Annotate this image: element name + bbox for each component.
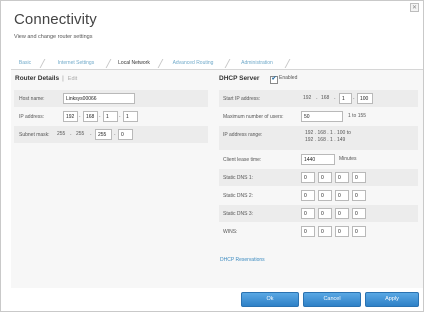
tab-divider <box>39 59 46 68</box>
tab-advanced-routing[interactable]: Advanced Routing <box>165 58 221 69</box>
tab-administration[interactable]: Administration <box>233 58 281 69</box>
subnet-fixed-octet-2: 255 <box>76 131 85 137</box>
start-ip-label: Start IP address: <box>223 96 261 102</box>
tab-bar: Basic Internet Settings Local Network Ad… <box>11 58 423 69</box>
static-dns-2-row: Static DNS 2: 0 0 0 0 <box>219 187 418 204</box>
page-title: Connectivity <box>14 11 97 28</box>
ip-octet-2-input[interactable]: 168 <box>83 111 98 122</box>
ip-address-label: IP address: <box>19 114 45 120</box>
host-name-row: Host name: Linksys00066 <box>14 90 208 107</box>
start-ip-octet-4-input[interactable]: 100 <box>357 93 373 104</box>
start-ip-row: Start IP address: 192 . 168 . 1 . 100 <box>219 90 418 107</box>
max-users-label: Maximum number of users: <box>223 114 284 120</box>
wins-octet-1-input[interactable]: 0 <box>301 226 315 237</box>
dot-separator: . <box>79 113 81 119</box>
tab-internet-settings[interactable]: Internet Settings <box>49 58 103 69</box>
dot-separator: . <box>114 131 116 137</box>
ip-range-to: 192 . 168 . 1 . 149 <box>305 137 346 143</box>
dns1-octet-2-input[interactable]: 0 <box>318 172 332 183</box>
edit-link[interactable]: Edit <box>68 76 77 82</box>
dns2-octet-4-input[interactable]: 0 <box>352 190 366 201</box>
start-ip-fixed-octet-2: 168 <box>321 95 330 101</box>
dhcp-enabled-label: Enabled <box>279 75 298 81</box>
dns1-octet-3-input[interactable]: 0 <box>335 172 349 183</box>
tab-divider <box>284 59 291 68</box>
dns1-octet-4-input[interactable]: 0 <box>352 172 366 183</box>
static-dns-3-label: Static DNS 3: <box>223 211 254 217</box>
page-subtitle: View and change router settings <box>14 34 93 40</box>
dot-separator: . <box>119 113 121 119</box>
dhcp-server-title: DHCP Server <box>219 75 260 82</box>
dot-separator: . <box>70 131 72 137</box>
dot-separator: . <box>90 131 92 137</box>
dns3-octet-2-input[interactable]: 0 <box>318 208 332 219</box>
dot-separator: . <box>99 113 101 119</box>
subnet-fixed-octet-1: 255 <box>57 131 66 137</box>
dns1-octet-1-input[interactable]: 0 <box>301 172 315 183</box>
apply-button[interactable]: Apply <box>365 292 419 307</box>
dns3-octet-3-input[interactable]: 0 <box>335 208 349 219</box>
static-dns-1-row: Static DNS 1: 0 0 0 0 <box>219 169 418 186</box>
subnet-mask-label: Subnet mask: <box>19 132 50 138</box>
lease-time-unit: Minutes <box>339 156 357 162</box>
start-ip-fixed-octet-1: 192 <box>303 95 312 101</box>
connectivity-window: ✕ Connectivity View and change router se… <box>0 0 424 312</box>
tab-local-network[interactable]: Local Network <box>112 58 156 69</box>
wins-octet-2-input[interactable]: 0 <box>318 226 332 237</box>
wins-label: WINS: <box>223 229 238 235</box>
tab-divider <box>224 59 231 68</box>
max-users-row: Maximum number of users: 50 1 to 155 <box>219 108 418 125</box>
dot-separator: . <box>353 95 355 101</box>
close-icon[interactable]: ✕ <box>410 3 419 12</box>
wins-octet-3-input[interactable]: 0 <box>335 226 349 237</box>
dns3-octet-1-input[interactable]: 0 <box>301 208 315 219</box>
dns2-octet-1-input[interactable]: 0 <box>301 190 315 201</box>
router-details-heading: Router Details | Edit <box>15 75 77 82</box>
max-users-input[interactable]: 50 <box>301 111 343 122</box>
ip-range-row: IP address range: 192 . 168 . 1 . 100 to… <box>219 126 418 150</box>
max-users-range: 1 to 155 <box>348 113 367 119</box>
ok-button[interactable]: Ok <box>241 292 299 307</box>
dns2-octet-3-input[interactable]: 0 <box>335 190 349 201</box>
static-dns-3-row: Static DNS 3: 0 0 0 0 <box>219 205 418 222</box>
ip-octet-3-input[interactable]: 1 <box>103 111 118 122</box>
dhcp-enabled-checkbox[interactable]: ✔ <box>270 76 278 84</box>
button-bar: Ok Cancel Apply <box>11 292 423 311</box>
ip-octet-1-input[interactable]: 192 <box>63 111 78 122</box>
subnet-octet-3-input[interactable]: 255 <box>95 129 112 140</box>
dot-separator: . <box>334 95 336 101</box>
wins-octet-4-input[interactable]: 0 <box>352 226 366 237</box>
ip-octet-4-input[interactable]: 1 <box>123 111 138 122</box>
host-name-input[interactable]: Linksys00066 <box>63 93 135 104</box>
lease-time-input[interactable]: 1440 <box>301 154 335 165</box>
static-dns-2-label: Static DNS 2: <box>223 193 254 199</box>
ip-range-label: IP address range: <box>223 132 263 138</box>
lease-time-label: Client lease time: <box>223 157 262 163</box>
host-name-label: Host name: <box>19 96 45 102</box>
tab-divider <box>105 59 112 68</box>
subnet-mask-row: Subnet mask: 255 . 255 . 255 . 0 <box>14 126 208 143</box>
heading-separator: | <box>62 75 64 82</box>
dns3-octet-4-input[interactable]: 0 <box>352 208 366 219</box>
cancel-button[interactable]: Cancel <box>303 292 361 307</box>
dns2-octet-2-input[interactable]: 0 <box>318 190 332 201</box>
subnet-octet-4-input[interactable]: 0 <box>118 129 133 140</box>
tab-basic[interactable]: Basic <box>15 58 35 69</box>
router-details-title: Router Details <box>15 75 60 82</box>
start-ip-octet-3-input[interactable]: 1 <box>339 93 352 104</box>
static-dns-1-label: Static DNS 1: <box>223 175 254 181</box>
dot-separator: . <box>316 95 318 101</box>
lease-time-row: Client lease time: 1440 Minutes <box>219 151 418 168</box>
ip-address-row: IP address: 192 . 168 . 1 . 1 <box>14 108 208 125</box>
wins-row: WINS: 0 0 0 0 <box>219 223 418 240</box>
local-network-panel: Router Details | Edit Host name: Linksys00… <box>11 70 423 288</box>
tab-divider <box>157 59 164 68</box>
dhcp-reservations-link[interactable]: DHCP Reservations <box>220 257 265 263</box>
